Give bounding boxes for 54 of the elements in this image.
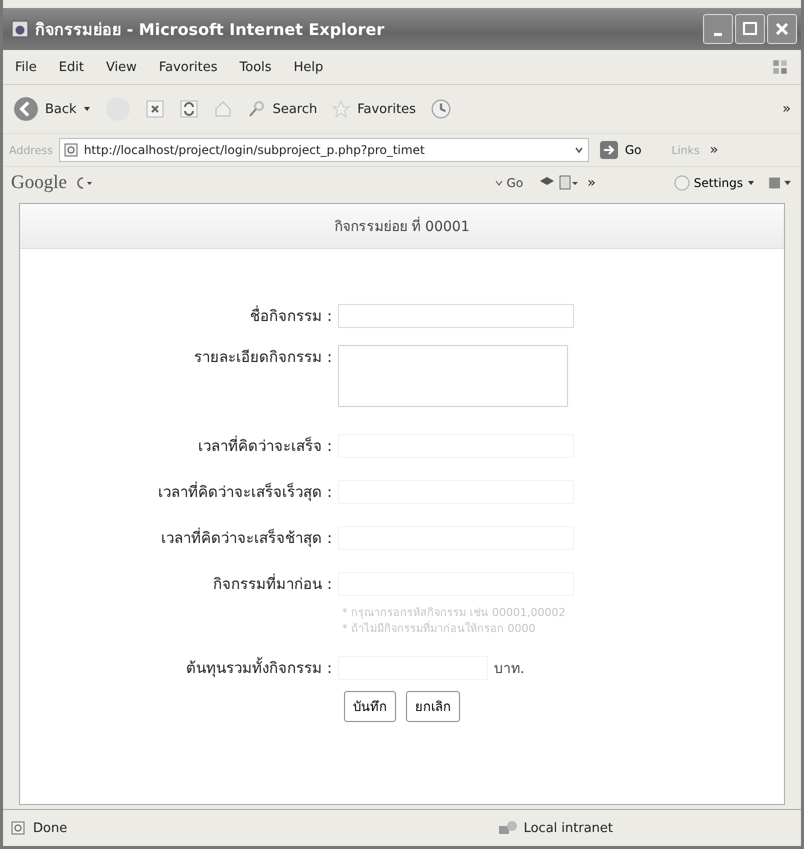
refresh-button[interactable] [178,99,199,119]
field-label: รายละเอียดกิจกรรม : [193,347,332,368]
menu-item[interactable]: Help [294,60,324,74]
minimize-button[interactable] [703,14,733,44]
form-button[interactable]: ยกเลิก [406,691,460,722]
hint-text: * ถ้าไม่มีกิจกรรมที่มาก่อนให้กรอก 0000 [342,621,536,637]
dropdown-icon[interactable] [574,145,584,155]
favorites-button[interactable]: Favorites [331,99,416,119]
search-button[interactable]: Search [246,99,318,119]
menu-item[interactable]: Edit [58,60,84,74]
history-button[interactable] [430,98,452,120]
status-text: Done [33,820,68,836]
search-icon [246,99,267,119]
google-logo: Google [11,172,67,194]
field-label: ต้นทุนรวมทั้งกิจกรรม : [185,656,332,680]
stop-button[interactable] [144,99,165,119]
field-label: เวลาที่คิดว่าจะเสร็จช้าสุด : [160,526,332,550]
circle-icon [674,175,690,191]
address-label: Address [9,144,53,156]
window-title: กิจกรรมย่อย - Microsoft Internet Explorer [35,18,386,40]
text-field[interactable] [338,304,574,328]
page-heading: กิจกรรมย่อย ที่ 00001 [20,204,784,249]
menu-item[interactable]: Favorites [158,60,218,74]
google-go-button[interactable]: Go [488,175,530,191]
caret-icon [494,179,503,187]
field-label: เวลาที่คิดว่าจะเสร็จ : [197,434,332,457]
menu-item[interactable]: View [106,60,137,74]
address-field[interactable]: http://localhost/project/login/subproject_p.php?pro_timet [58,138,589,162]
form-button[interactable]: บันทึก [344,691,396,722]
star-icon [331,99,352,119]
intranet-icon [498,820,518,836]
field-label: ชื่อกิจกรรม : [249,304,332,327]
google-overflow-chevron[interactable]: » [587,175,596,191]
settings-button[interactable]: Settings [668,174,761,192]
toolbar-overflow-chevron[interactable]: » [782,101,791,117]
field-label: กิจกรรมที่มาก่อน : [212,572,332,595]
maximize-button[interactable] [735,14,765,44]
field-label: เวลาที่คิดว่าจะเสร็จเร็วสุด : [157,480,332,504]
links-overflow-chevron[interactable]: » [710,142,718,158]
minimize-icon [714,32,722,36]
caret-icon [82,105,91,113]
back-button[interactable]: Back [13,96,91,122]
page-icon [64,142,80,158]
currency-unit: บาท. [494,660,524,679]
hint-text: * กรุณากรอกรหัสกิจกรรม เช่น 00001,00002 [342,605,566,620]
caret-icon [747,179,755,187]
go-button[interactable]: Go [594,140,646,160]
menu-item[interactable]: File [15,60,37,74]
page-icon [11,820,27,836]
windows-logo-icon [771,58,789,76]
menu-item[interactable]: Tools [240,60,272,74]
close-button[interactable] [767,14,797,44]
zone-text: Local intranet [524,820,613,836]
page-icon [11,20,29,38]
